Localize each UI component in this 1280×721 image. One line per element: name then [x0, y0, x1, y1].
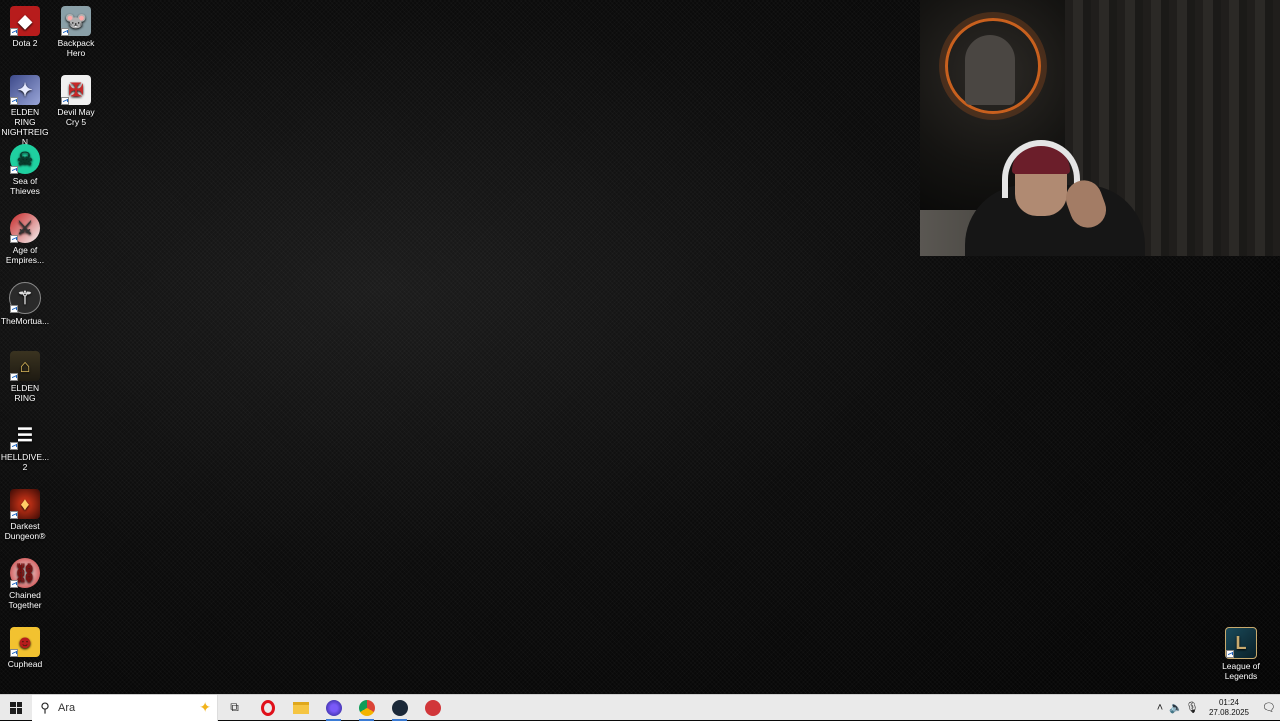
desktop-icon-label: Devil May Cry 5: [57, 107, 95, 127]
sea-of-thieves-icon: ☠: [10, 144, 40, 174]
desktop-icon-chained-together[interactable]: ⛓ Chained Together: [0, 552, 50, 610]
desktop: ◆ Dota 2 ✦ ELDEN RING NIGHTREIGN ☠ Sea o…: [0, 0, 1280, 694]
dota2-icon: ◆: [10, 6, 40, 36]
age-of-empires-icon: ⚔: [10, 213, 40, 243]
microphone-icon[interactable]: 🎙: [1184, 701, 1200, 714]
shortcut-arrow-icon: [1226, 650, 1234, 658]
elden-ring-nightreign-icon: ✦: [10, 75, 40, 105]
riot-client-icon: [424, 699, 441, 716]
desktop-icon-darkest-dungeon[interactable]: ♦ Darkest Dungeon®: [0, 483, 50, 541]
search-placeholder: Ara: [58, 701, 76, 714]
taskbar-clock[interactable]: 01:24 27.08.2025: [1204, 698, 1254, 718]
desktop-icon-helldivers-2[interactable]: ☰ HELLDIVE... 2: [0, 414, 50, 472]
opera-icon: [260, 699, 275, 716]
speaker-icon[interactable]: 🔈: [1168, 701, 1184, 714]
clock-time: 01:24: [1218, 697, 1240, 707]
task-view-button[interactable]: ⧉: [218, 695, 251, 721]
desktop-icon-label: ELDEN RING: [10, 383, 40, 403]
elden-ring-icon: ⌂: [10, 351, 40, 381]
desktop-icon-label: Darkest Dungeon®: [4, 521, 46, 541]
desktop-icon-league-of-legends[interactable]: L League of Legends: [1216, 621, 1266, 681]
helldivers-2-icon: ☰: [10, 420, 40, 450]
desktop-icon-elden-ring-nightreign[interactable]: ✦ ELDEN RING NIGHTREIGN: [0, 69, 50, 147]
shortcut-arrow-icon: [10, 166, 18, 174]
desktop-icon-sea-of-thieves[interactable]: ☠ Sea of Thieves: [0, 138, 50, 196]
start-button[interactable]: [0, 695, 32, 721]
taskbar-gamebar[interactable]: [317, 695, 350, 721]
desktop-icon-dota2[interactable]: ◆ Dota 2: [0, 0, 50, 48]
cuphead-icon: ☻: [10, 627, 40, 657]
shortcut-arrow-icon: [10, 235, 18, 243]
desktop-icon-label: Age of Empires...: [5, 245, 45, 265]
webcam-overlay: [920, 0, 1280, 256]
darkest-dungeon-icon: ♦: [10, 489, 40, 519]
desktop-icon-label: League of Legends: [1222, 661, 1260, 681]
steam-icon: [391, 699, 408, 716]
chevron-up-icon[interactable]: ˄: [1152, 702, 1168, 714]
poster-figure: [965, 35, 1015, 105]
desktop-icon-cuphead[interactable]: ☻ Cuphead: [0, 621, 50, 669]
shortcut-arrow-icon: [10, 373, 18, 381]
desktop-icon-age-of-empires[interactable]: ⚔ Age of Empires...: [0, 207, 50, 265]
desktop-icon-label: Dota 2: [12, 38, 38, 48]
system-tray: ˄ 🔈 🎙 01:24 27.08.2025 🗨: [1152, 695, 1280, 721]
desktop-icon-label: TheMortua...: [0, 316, 50, 326]
desktop-icon-elden-ring[interactable]: ⌂ ELDEN RING: [0, 345, 50, 403]
desktop-icon-label: Chained Together: [8, 590, 42, 610]
taskbar-riot-client[interactable]: [416, 695, 449, 721]
desktop-icon-label: Cuphead: [7, 659, 43, 669]
taskbar-file-explorer[interactable]: [284, 695, 317, 721]
taskbar-chrome[interactable]: [350, 695, 383, 721]
the-mortuary-icon: ⚚: [9, 282, 41, 314]
backpack-hero-icon: 🐭: [61, 6, 91, 36]
windows-logo-icon: [10, 701, 22, 714]
chained-together-icon: ⛓: [10, 558, 40, 588]
shortcut-arrow-icon: [10, 511, 18, 519]
file-explorer-icon: [292, 701, 309, 714]
notification-center-button[interactable]: 🗨: [1258, 701, 1280, 714]
shortcut-arrow-icon: [61, 28, 69, 36]
league-of-legends-icon: L: [1225, 627, 1257, 659]
desktop-icon-label: Backpack Hero: [57, 38, 95, 58]
desktop-icon-devil-may-cry-5[interactable]: ✠ Devil May Cry 5: [51, 69, 101, 127]
desktop-icon-backpack-hero[interactable]: 🐭 Backpack Hero: [51, 0, 101, 58]
devil-may-cry-5-icon: ✠: [61, 75, 91, 105]
clock-date: 27.08.2025: [1208, 707, 1250, 717]
taskbar-steam[interactable]: [383, 695, 416, 721]
gamebar-icon: [325, 699, 342, 716]
search-box[interactable]: ⚲ Ara ✦: [32, 694, 218, 721]
desktop-icon-label: HELLDIVE... 2: [0, 452, 50, 472]
notification-icon: 🗨: [1262, 702, 1276, 714]
taskbar-opera[interactable]: [251, 695, 284, 721]
desktop-icon-the-mortuary[interactable]: ⚚ TheMortua...: [0, 276, 50, 326]
chrome-icon: [358, 699, 375, 716]
desktop-icon-label: Sea of Thieves: [10, 176, 40, 196]
taskbar: ⚲ Ara ✦ ⧉ ˄ 🔈 🎙 01:24 27.08.2025 🗨: [0, 694, 1280, 721]
shortcut-arrow-icon: [10, 305, 18, 313]
shortcut-arrow-icon: [10, 580, 18, 588]
shortcut-arrow-icon: [61, 97, 69, 105]
shortcut-arrow-icon: [10, 97, 18, 105]
shortcut-arrow-icon: [10, 649, 18, 657]
task-view-icon: ⧉: [230, 700, 239, 714]
shortcut-arrow-icon: [10, 28, 18, 36]
shortcut-arrow-icon: [10, 442, 18, 450]
search-highlight-icon: ✦: [199, 698, 211, 715]
search-icon: ⚲: [40, 699, 50, 715]
